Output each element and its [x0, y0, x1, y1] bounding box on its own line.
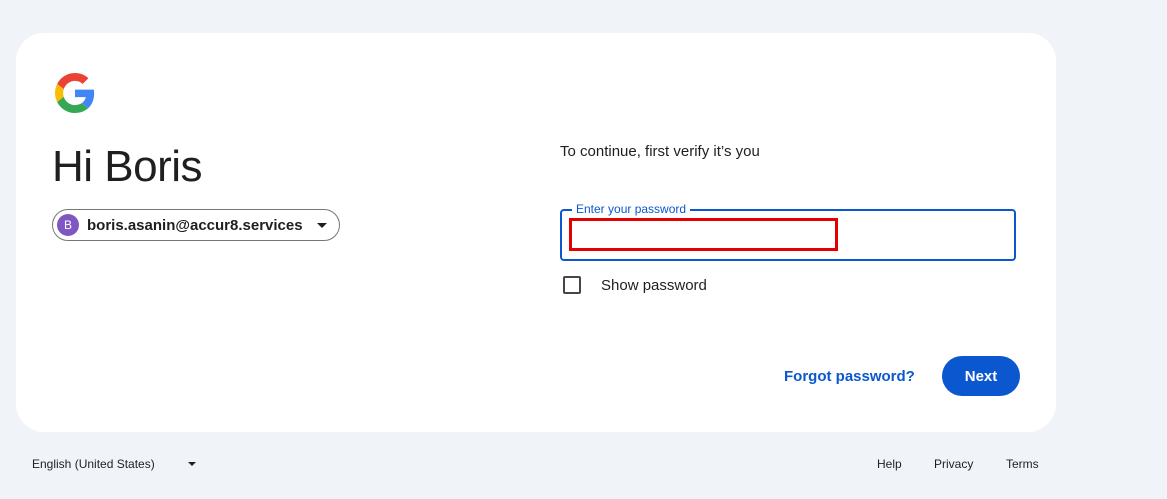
next-button[interactable]: Next — [942, 356, 1020, 396]
terms-link[interactable]: Terms — [1006, 457, 1039, 471]
language-selector[interactable]: English (United States) — [32, 457, 196, 471]
show-password-label: Show password — [601, 276, 707, 294]
password-field: Enter your password — [560, 202, 1016, 261]
show-password-checkbox[interactable] — [563, 276, 581, 294]
help-link[interactable]: Help — [877, 457, 902, 471]
account-chip[interactable]: B boris.asanin@accur8.services — [52, 209, 340, 241]
show-password-toggle[interactable]: Show password — [563, 276, 707, 294]
page-title: Hi Boris — [52, 142, 203, 191]
caret-down-icon — [187, 462, 196, 466]
avatar: B — [57, 214, 79, 236]
language-label: English (United States) — [32, 457, 155, 471]
password-input[interactable] — [569, 218, 838, 251]
forgot-password-link[interactable]: Forgot password? — [784, 368, 915, 385]
account-email: boris.asanin@accur8.services — [87, 216, 303, 234]
password-field-label: Enter your password — [572, 202, 691, 216]
privacy-link[interactable]: Privacy — [934, 457, 973, 471]
verify-instruction: To continue, first verify it’s you — [560, 143, 760, 160]
google-logo-icon — [55, 73, 95, 113]
signin-card: Hi Boris B boris.asanin@accur8.services … — [16, 33, 1056, 432]
caret-down-icon — [316, 222, 327, 228]
